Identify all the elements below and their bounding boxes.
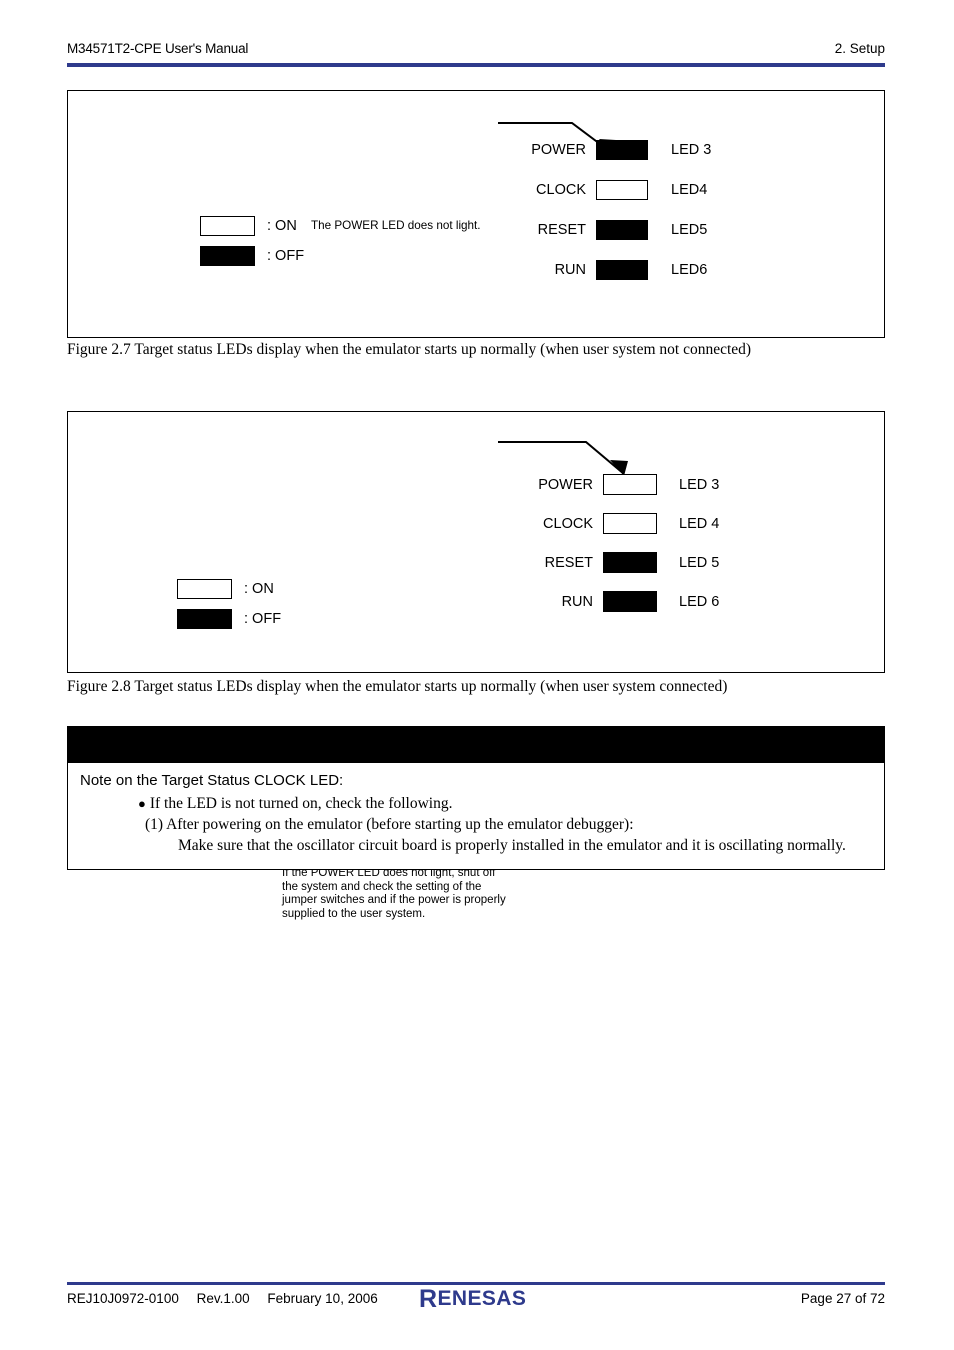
bullet-icon: ● [138, 796, 146, 811]
led-row: CLOCK LED 4 [513, 513, 719, 534]
led-name-clock: CLOCK [536, 181, 586, 198]
legend-label-off: : OFF [267, 248, 305, 264]
led-indicator-clock [603, 513, 657, 534]
footer-page-number: Page 27 of 72 [800, 1291, 885, 1306]
led-name-power: POWER [538, 476, 593, 493]
renesas-logo: R ENESAS [419, 1285, 527, 1313]
led-row: RUN LED 6 [513, 591, 719, 612]
legend-row-off: : OFF [200, 241, 304, 271]
led-code-power: LED 3 [671, 141, 712, 158]
led-code-reset: LED5 [671, 221, 708, 238]
led-code-reset: LED 5 [679, 554, 720, 571]
figure-2-8-caption: Figure 2.8 Target status LEDs display wh… [67, 678, 728, 695]
led-name-reset: RESET [537, 221, 586, 238]
figure-2-7-caption: Figure 2.7 Target status LEDs display wh… [67, 341, 752, 358]
page-footer: REJ10J0972-0100 Rev.1.00 February 10, 20… [67, 1287, 885, 1316]
footer-doc-number: REJ10J0972-0100 [67, 1291, 179, 1306]
figure-2-8-note-text: If the POWER LED does not light, shut of… [282, 867, 506, 920]
header-rule [67, 63, 885, 67]
legend-label-on: : ON [244, 581, 274, 597]
note-body: Note on the Target Status CLOCK LED: ● I… [67, 763, 885, 870]
legend-swatch-off [177, 609, 232, 629]
led-code-clock: LED 4 [679, 515, 720, 532]
led-indicator-power [596, 139, 648, 160]
led-indicator-run [603, 591, 657, 612]
footer-revision: Rev.1.00 [196, 1291, 250, 1306]
led-indicator-reset [603, 552, 657, 573]
legend-label-on: : ON [267, 218, 297, 234]
led-name-run: RUN [561, 593, 593, 610]
led-row: RESET LED5 [506, 219, 707, 240]
led-row: RUN LED6 [506, 259, 707, 280]
legend-row-on: : ON [200, 211, 304, 241]
figure-2-8-legend: : ON : OFF [177, 574, 281, 634]
led-indicator-power [603, 474, 657, 495]
led-indicator-run [596, 259, 648, 280]
header-section-title: 2. Setup [834, 41, 885, 56]
note-header-bar [67, 726, 885, 763]
header-manual-title: M34571T2-CPE User's Manual [67, 41, 249, 56]
led-name-clock: CLOCK [543, 515, 593, 532]
legend-row-on: : ON [177, 574, 281, 604]
led-row: CLOCK LED4 [506, 179, 707, 200]
note-title: Note on the Target Status CLOCK LED: [80, 772, 344, 789]
led-row: POWER LED 3 [506, 139, 711, 160]
figure-2-7-legend: : ON : OFF [200, 211, 304, 271]
note-bullet-text: If the LED is not turned on, check the f… [149, 795, 453, 812]
led-name-power: POWER [531, 141, 586, 158]
led-name-reset: RESET [544, 554, 593, 571]
note-panel: Note on the Target Status CLOCK LED: ● I… [67, 726, 885, 870]
note-bullet-item: ● If the LED is not turned on, check the… [138, 795, 452, 813]
renesas-logo-r-icon: R [419, 1285, 438, 1313]
footer-rule [67, 1282, 885, 1285]
renesas-logo-text: ENESAS [437, 1286, 527, 1310]
note-item-1: (1) After powering on the emulator (befo… [145, 816, 634, 833]
footer-date: February 10, 2006 [267, 1291, 378, 1306]
figure-2-7-frame: The POWER LED does not light. POWER LED … [67, 90, 885, 338]
led-row: RESET LED 5 [513, 552, 719, 573]
note-item-1-detail: Make sure that the oscillator circuit bo… [178, 837, 846, 854]
led-row: POWER LED 3 [513, 474, 719, 495]
led-code-run: LED 6 [679, 593, 720, 610]
led-code-clock: LED4 [671, 181, 708, 198]
legend-swatch-on [177, 579, 232, 599]
led-code-power: LED 3 [679, 476, 720, 493]
led-indicator-reset [596, 219, 648, 240]
led-indicator-clock [596, 179, 648, 200]
footer-doc-info: REJ10J0972-0100 Rev.1.00 February 10, 20… [67, 1291, 392, 1306]
led-code-run: LED6 [671, 261, 708, 278]
legend-label-off: : OFF [244, 611, 282, 627]
led-name-run: RUN [554, 261, 586, 278]
legend-swatch-on [200, 216, 255, 236]
legend-row-off: : OFF [177, 604, 281, 634]
legend-swatch-off [200, 246, 255, 266]
